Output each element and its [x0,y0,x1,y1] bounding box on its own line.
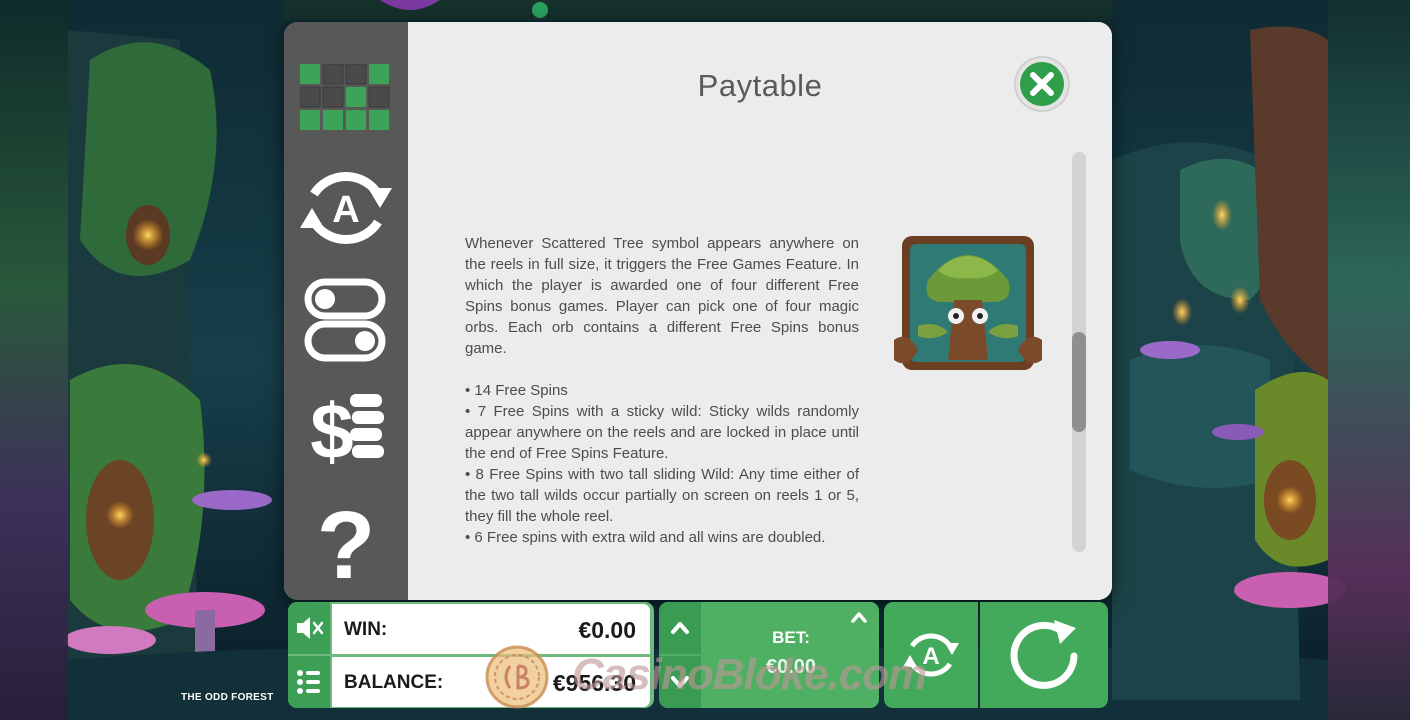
grid-cell [345,63,367,85]
balance-value: €956.30 [552,670,636,696]
paytable-sidebar: A $ ? [284,22,408,600]
spin-button[interactable] [980,602,1108,708]
bonus-item: • 8 Free Spins with two tall sliding Wil… [465,466,859,525]
autoplay-icon: A [903,633,959,677]
bonus-item: • 14 Free Spins [465,382,568,399]
sidebar-item-paylines[interactable] [299,63,390,130]
autoplay-button[interactable]: A [884,602,978,708]
close-button[interactable] [1014,56,1070,112]
grid-icon [299,63,390,130]
sidebar-item-settings[interactable] [304,278,386,362]
spin-icon [1010,620,1078,689]
question-icon: ? [317,492,376,599]
dollar-coins-icon: $ [310,387,384,475]
grid-cell [368,86,390,108]
speaker-muted-icon [297,617,324,639]
balance-row: BALANCE: €956.30 [332,657,650,707]
paytable-panel: A $ ? Paytable Whenever Scattered Tree s… [284,22,1112,600]
paytable-content: Paytable Whenever Scattered Tree symbol … [408,22,1112,600]
page-title: Paytable [697,68,823,103]
win-value: €0.00 [578,617,636,643]
grid-cell [346,110,366,130]
blur-band-right [1328,0,1410,720]
grid-cell [322,63,344,85]
bonus-item: • 7 Free Spins with a sticky wild: Stick… [465,403,859,462]
bet-value: €0.00 [765,656,817,678]
svg-text:A: A [922,643,939,670]
chevron-up-icon [671,622,689,634]
svg-text:A: A [332,189,359,231]
chevron-down-icon [671,676,689,688]
autoplay-icon: A [300,172,392,244]
sidebar-item-help[interactable]: ? [314,492,378,599]
blur-band-left [0,0,68,720]
svg-text:$: $ [310,387,353,472]
grid-cell [369,64,389,84]
grid-cell [300,110,320,130]
win-balance-panel: WIN: €0.00 BALANCE: €956.30 [288,602,654,708]
chevron-up-icon [851,612,867,623]
feature-paragraph: Whenever Scattered Tree symbol appears a… [465,235,859,357]
sidebar-item-paytable[interactable]: $ [302,386,388,475]
list-icon [297,670,320,694]
menu-button[interactable] [288,656,330,708]
sidebar-item-autoplay-settings[interactable]: A [296,164,396,252]
scrollbar-thumb[interactable] [1072,332,1086,432]
grid-cell [300,64,320,84]
scatter-tree-symbol [894,236,1042,370]
bet-label: BET: [772,628,810,647]
bet-decrease-button[interactable] [659,656,701,708]
sound-toggle-button[interactable] [288,602,330,654]
win-label: WIN: [344,619,388,640]
svg-text:?: ? [317,494,376,586]
grid-cell [369,110,389,130]
grid-cell [346,87,366,107]
free-games-description: Whenever Scattered Tree symbol appears a… [465,233,859,548]
bet-increase-button[interactable] [659,602,701,654]
close-icon [1020,62,1064,106]
bet-panel: BET: €0.00 [659,602,879,708]
game-title: THE ODD FOREST [181,692,274,703]
bonus-item: • 6 Free spins with extra wild and all w… [465,529,826,546]
toggle-icon [304,278,386,362]
balance-label: BALANCE: [344,672,444,693]
grid-cell [322,86,344,108]
win-row: WIN: €0.00 [332,604,650,654]
grid-cell [323,110,343,130]
grid-cell [299,86,321,108]
